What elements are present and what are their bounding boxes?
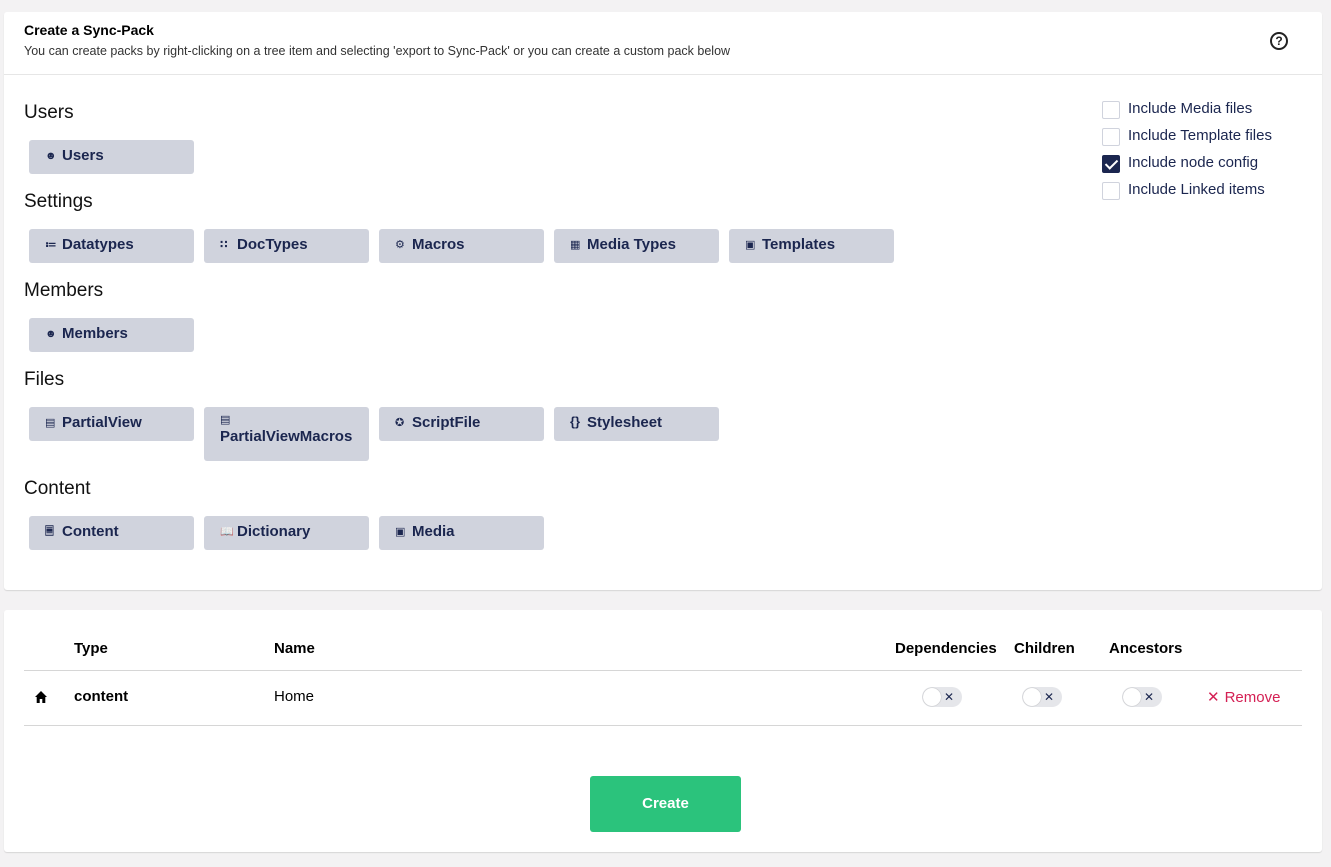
macros-button-label: Macros bbox=[412, 236, 465, 253]
brackets-icon: {} bbox=[570, 414, 581, 429]
include-media-files-label: Include Media files bbox=[1128, 100, 1253, 117]
content-button-label: Content bbox=[62, 523, 119, 540]
page-description: You can create packs by right-clicking o… bbox=[24, 44, 731, 58]
templates-button-label: Templates bbox=[762, 236, 836, 253]
partialviewmacros-button-label: PartialViewMacros bbox=[220, 428, 353, 445]
section-title-content: Content bbox=[24, 478, 91, 499]
column-header-name: Name bbox=[274, 640, 315, 657]
toggle-knob bbox=[1123, 688, 1141, 706]
article-icon: ▤ bbox=[220, 414, 231, 426]
remove-button[interactable]: ✕ Remove bbox=[1207, 688, 1280, 706]
partialview-button-label: PartialView bbox=[62, 414, 142, 431]
sync-pack-panel: Create a Sync-Pack You can create packs … bbox=[4, 12, 1322, 590]
close-icon: ✕ bbox=[1144, 690, 1155, 704]
doctypes-button-label: DocTypes bbox=[237, 236, 308, 253]
toggle-knob bbox=[923, 688, 941, 706]
datatype-icon: ≔ bbox=[45, 239, 57, 251]
include-template-files-label: Include Template files bbox=[1128, 127, 1272, 144]
layout-icon: ▣ bbox=[745, 239, 756, 251]
delete-icon: ✕ bbox=[1207, 689, 1220, 706]
table-row-divider bbox=[24, 725, 1302, 726]
section-title-members: Members bbox=[24, 280, 104, 301]
dictionary-button[interactable]: 📖 Dictionary bbox=[204, 516, 369, 550]
section-title-users: Users bbox=[24, 102, 74, 123]
panel-header: Create a Sync-Pack You can create packs … bbox=[4, 12, 1322, 75]
column-header-dependencies: Dependencies bbox=[895, 640, 997, 657]
users-button-label: Users bbox=[62, 147, 104, 164]
doctypes-button[interactable]: ∷ DocTypes bbox=[204, 229, 369, 263]
scriptfile-button[interactable]: ✪ ScriptFile bbox=[379, 407, 544, 441]
users-button[interactable]: ☻ Users bbox=[29, 140, 194, 174]
dependencies-toggle[interactable]: ✕ bbox=[922, 687, 962, 707]
column-header-ancestors: Ancestors bbox=[1109, 640, 1183, 657]
media-button-label: Media bbox=[412, 523, 455, 540]
person-icon: ☻ bbox=[45, 150, 57, 162]
stylesheet-button-label: Stylesheet bbox=[587, 414, 663, 431]
dictionary-button-label: Dictionary bbox=[237, 523, 311, 540]
remove-label: Remove bbox=[1224, 689, 1281, 706]
media-button[interactable]: ▣ Media bbox=[379, 516, 544, 550]
scriptfile-button-label: ScriptFile bbox=[412, 414, 481, 431]
section-title-files: Files bbox=[24, 369, 65, 390]
pack-items-panel: Type Name Dependencies Children Ancestor… bbox=[4, 610, 1322, 852]
media-types-button[interactable]: ▦ Media Types bbox=[554, 229, 719, 263]
content-button[interactable]: 🗏 Content bbox=[29, 516, 194, 550]
person-icon: ☻ bbox=[45, 328, 57, 340]
settings-alt-icon: ⚙ bbox=[395, 239, 405, 251]
close-icon: ✕ bbox=[944, 690, 955, 704]
include-template-files-checkbox[interactable] bbox=[1102, 128, 1120, 146]
row-type: content bbox=[74, 688, 129, 705]
create-button[interactable]: Create bbox=[590, 776, 741, 832]
stylesheet-button[interactable]: {} Stylesheet bbox=[554, 407, 719, 441]
article-icon: ▤ bbox=[45, 417, 56, 429]
datatypes-button-label: Datatypes bbox=[62, 236, 134, 253]
include-linked-items-label: Include Linked items bbox=[1128, 181, 1265, 198]
column-header-type: Type bbox=[74, 640, 108, 657]
templates-button[interactable]: ▣ Templates bbox=[729, 229, 894, 263]
media-types-button-label: Media Types bbox=[587, 236, 676, 253]
members-button-label: Members bbox=[62, 325, 128, 342]
thumbnails-icon: ▦ bbox=[570, 239, 581, 251]
include-linked-items-checkbox[interactable] bbox=[1102, 182, 1120, 200]
datatypes-button[interactable]: ≔ Datatypes bbox=[29, 229, 194, 263]
include-node-config-label: Include node config bbox=[1128, 154, 1259, 171]
section-title-settings: Settings bbox=[24, 191, 93, 212]
table-header-divider bbox=[24, 670, 1302, 671]
include-node-config-checkbox[interactable] bbox=[1102, 155, 1120, 173]
column-header-children: Children bbox=[1014, 640, 1075, 657]
picture-icon: ▣ bbox=[395, 526, 406, 538]
home-icon bbox=[35, 691, 47, 703]
book-icon: 📖 bbox=[220, 526, 234, 538]
children-toggle[interactable]: ✕ bbox=[1022, 687, 1062, 707]
grid-icon: ∷ bbox=[220, 239, 228, 251]
include-media-files-checkbox[interactable] bbox=[1102, 101, 1120, 119]
partialviewmacros-button[interactable]: ▤ PartialViewMacros bbox=[204, 407, 369, 461]
members-button[interactable]: ☻ Members bbox=[29, 318, 194, 352]
document-icon: 🗏 bbox=[45, 526, 54, 538]
ancestors-toggle[interactable]: ✕ bbox=[1122, 687, 1162, 707]
script-icon: ✪ bbox=[395, 417, 405, 429]
toggle-knob bbox=[1023, 688, 1041, 706]
macros-button[interactable]: ⚙ Macros bbox=[379, 229, 544, 263]
help-icon[interactable]: ? bbox=[1270, 32, 1288, 50]
partialview-button[interactable]: ▤ PartialView bbox=[29, 407, 194, 441]
row-name: Home bbox=[274, 688, 315, 705]
page-title: Create a Sync-Pack bbox=[24, 22, 154, 38]
close-icon: ✕ bbox=[1044, 690, 1055, 704]
